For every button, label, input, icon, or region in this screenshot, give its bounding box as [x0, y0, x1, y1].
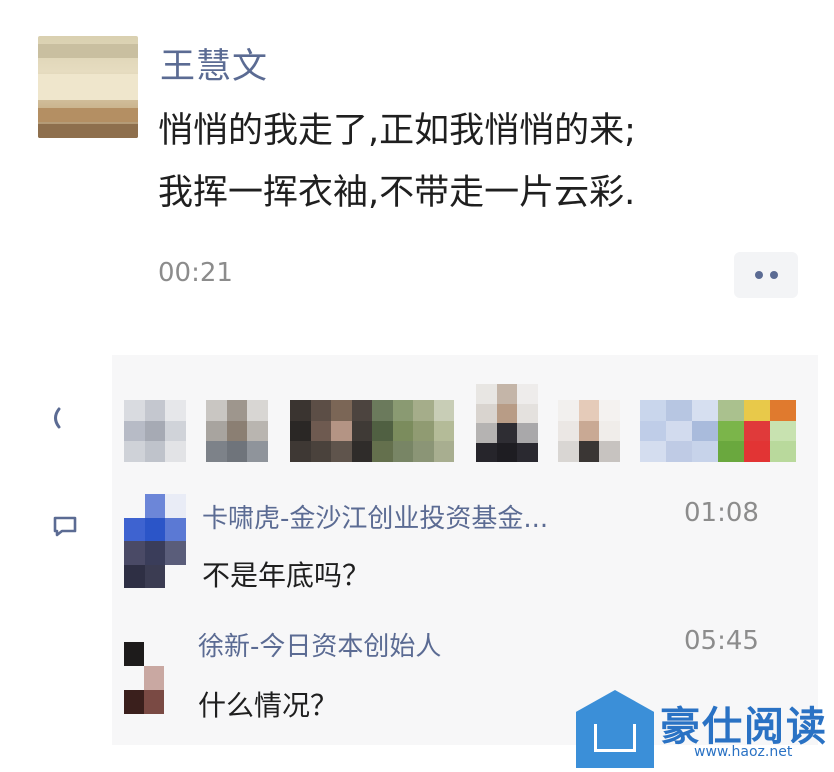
commenter-name[interactable]: 卡啸虎-金沙江创业投资基金... — [202, 498, 548, 535]
post-content: 悄悄的我走了,正如我悄悄的来; 我挥一挥衣袖,不带走一片云彩. — [158, 100, 798, 224]
comment-time: 05:45 — [684, 626, 759, 656]
post-text-line: 我挥一挥衣袖,不带走一片云彩. — [158, 173, 636, 213]
avatar[interactable] — [290, 400, 454, 462]
avatar[interactable] — [206, 400, 268, 462]
avatar[interactable] — [640, 400, 796, 462]
commenter-name[interactable]: 徐新-今日资本创始人 — [198, 626, 441, 663]
post-text-line: 悄悄的我走了,正如我悄悄的来; — [158, 111, 636, 151]
watermark: 豪仕阅读 www.haoz.net — [576, 690, 826, 768]
post-time: 00:21 — [158, 258, 233, 288]
book-house-icon — [576, 690, 654, 768]
comment-text: 什么情况？ — [198, 689, 339, 722]
avatar[interactable] — [476, 384, 538, 462]
commenter-avatar[interactable] — [124, 494, 186, 588]
more-dots-icon[interactable] — [734, 252, 798, 298]
post-author-avatar[interactable] — [38, 36, 138, 138]
like-icon — [54, 407, 61, 429]
avatar[interactable] — [558, 400, 620, 462]
comment-icon — [53, 516, 77, 537]
watermark-url: www.haoz.net — [694, 744, 793, 760]
post-author-name[interactable]: 王慧文 — [160, 38, 268, 89]
avatar[interactable] — [124, 400, 186, 462]
commenter-avatar[interactable] — [124, 642, 164, 714]
comment-text: 不是年底吗？ — [202, 559, 371, 592]
comment-time: 01:08 — [684, 498, 759, 528]
